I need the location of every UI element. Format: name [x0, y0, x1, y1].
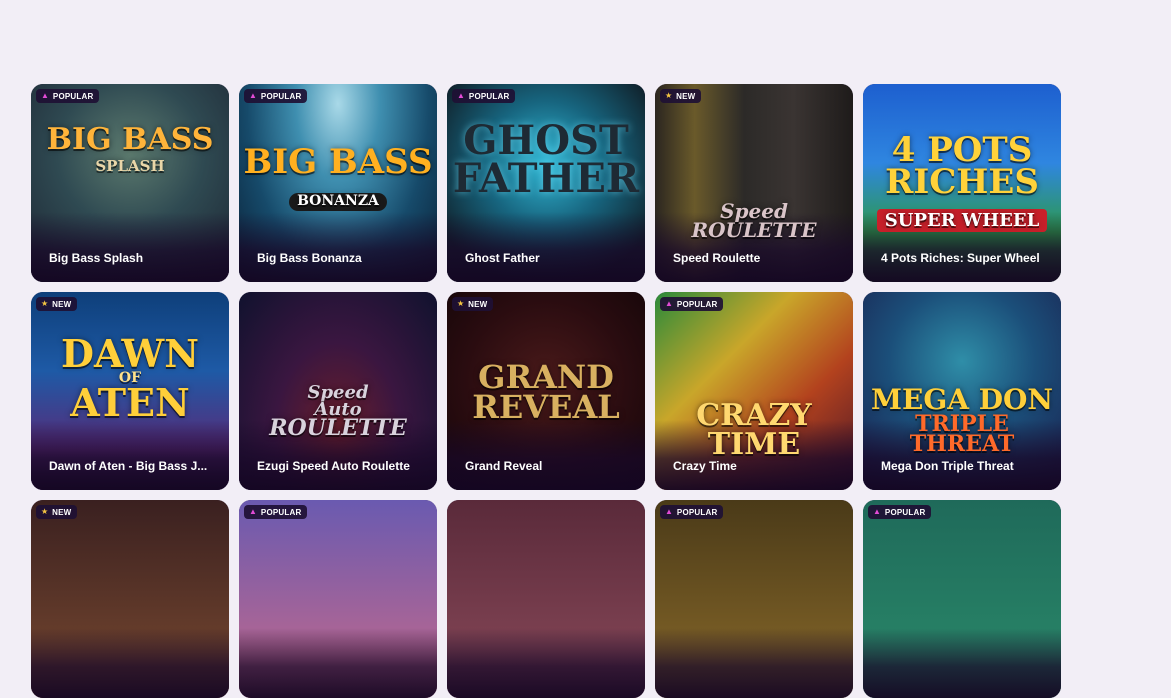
game-card[interactable]: Speed ROULETTE ★ NEW Speed Roulette	[655, 84, 853, 282]
game-card[interactable]: BIG BASS SPLASH ▲ POPULAR Big Bass Splash	[31, 84, 229, 282]
status-badge: ★ NEW	[36, 505, 78, 519]
star-icon: ★	[457, 299, 465, 308]
status-badge: ▲ POPULAR	[244, 505, 308, 519]
artwork-logo-line: ROULETTE	[269, 415, 407, 442]
flame-icon: ▲	[249, 91, 257, 100]
status-badge: ★ NEW	[452, 297, 494, 311]
artwork-logo-text: GRAND REVEAL	[447, 361, 645, 427]
artwork-logo-text: CRAZY TIME	[655, 401, 853, 462]
game-title: Big Bass Bonanza	[257, 251, 362, 265]
artwork-logo-text: BIG BASS BONANZA	[239, 142, 437, 211]
game-card[interactable]: GHOST FATHER ▲ POPULAR Ghost Father	[447, 84, 645, 282]
badge-label: POPULAR	[468, 91, 510, 101]
badge-label: NEW	[52, 507, 72, 517]
game-title: Grand Reveal	[465, 459, 543, 473]
flame-icon: ▲	[665, 299, 673, 308]
game-card[interactable]: Speed Auto ROULETTE Ezugi Speed Auto Roulet…	[239, 292, 437, 490]
artwork-logo-line: ATEN	[70, 380, 190, 426]
flame-icon: ▲	[41, 91, 49, 100]
status-badge: ★ NEW	[660, 89, 702, 103]
game-card[interactable]: 4 POTS RICHES SUPER WHEEL 4 Pots Riches: S…	[863, 84, 1061, 282]
status-badge: ▲ POPULAR	[452, 89, 516, 103]
artwork-logo-line: REVEAL	[472, 388, 620, 427]
badge-label: POPULAR	[260, 91, 302, 101]
card-shade	[31, 628, 229, 698]
game-card[interactable]: CRAZY TIME ▲ POPULAR Crazy Time	[655, 292, 853, 490]
star-icon: ★	[665, 91, 673, 100]
card-shade	[239, 212, 437, 282]
game-title: 4 Pots Riches: Super Wheel	[881, 251, 1040, 265]
status-badge: ▲ POPULAR	[868, 505, 932, 519]
artwork-logo-text: BIG BASS SPLASH	[31, 122, 229, 175]
artwork-logo-text: Speed ROULETTE	[655, 201, 853, 242]
badge-label: NEW	[676, 91, 696, 101]
artwork-logo-line: TRIPLE THREAT	[909, 410, 1015, 458]
artwork-logo-line: TIME	[707, 426, 801, 462]
game-title: Crazy Time	[673, 459, 737, 473]
artwork-logo-line: BIG BASS	[243, 142, 433, 182]
game-title: Mega Don Triple Threat	[881, 459, 1014, 473]
card-shade	[31, 212, 229, 282]
artwork-logo-line: DAWN	[61, 331, 199, 376]
badge-label: POPULAR	[884, 507, 926, 517]
status-badge: ▲ POPULAR	[660, 505, 724, 519]
artwork-logo-text: Speed Auto ROULETTE	[239, 383, 437, 442]
game-title: Dawn of Aten - Big Bass J...	[49, 459, 208, 473]
badge-label: POPULAR	[260, 507, 302, 517]
status-badge: ★ NEW	[36, 297, 78, 311]
card-shade	[239, 628, 437, 698]
game-card[interactable]: ▲ POPULAR	[655, 500, 853, 698]
card-shade	[447, 628, 645, 698]
star-icon: ★	[41, 507, 49, 516]
status-badge: ▲ POPULAR	[244, 89, 308, 103]
badge-label: POPULAR	[52, 91, 94, 101]
artwork-logo-line: SUPER WHEEL	[876, 208, 1048, 232]
flame-icon: ▲	[249, 507, 257, 516]
game-title: Ezugi Speed Auto Roulette	[257, 459, 410, 473]
game-card[interactable]: ▲ POPULAR	[239, 500, 437, 698]
artwork-logo-line: 4 POTS RICHES	[885, 130, 1039, 203]
game-title: Big Bass Splash	[49, 251, 144, 265]
badge-label: NEW	[468, 299, 488, 309]
artwork-logo-line: FATHER	[452, 155, 640, 202]
artwork-logo-text: MEGA DON TRIPLE THREAT	[863, 383, 1061, 458]
flame-icon: ▲	[457, 91, 465, 100]
game-title: Ghost Father	[465, 251, 540, 265]
card-shade	[863, 628, 1061, 698]
badge-label: POPULAR	[676, 299, 718, 309]
game-card[interactable]: MEGA DON TRIPLE THREAT Mega Don Triple Thr…	[863, 292, 1061, 490]
card-shade	[655, 628, 853, 698]
artwork-logo-line: MEGA DON	[871, 383, 1053, 416]
star-icon: ★	[41, 299, 49, 308]
flame-icon: ▲	[873, 507, 881, 516]
card-shade	[447, 212, 645, 282]
artwork-logo-text: 4 POTS RICHES SUPER WHEEL	[863, 130, 1061, 232]
badge-label: NEW	[52, 299, 72, 309]
badge-label: POPULAR	[676, 507, 718, 517]
game-card[interactable]: ▲ POPULAR	[863, 500, 1061, 698]
artwork-logo-line: BIG BASS	[46, 122, 214, 157]
game-card[interactable]: ★ NEW	[31, 500, 229, 698]
artwork-logo-line: SPLASH	[95, 156, 165, 175]
game-card[interactable]: BIG BASS BONANZA ▲ POPULAR Big Bass Bonanza	[239, 84, 437, 282]
game-card[interactable]: GRAND REVEAL ★ NEW Grand Reveal	[447, 292, 645, 490]
status-badge: ▲ POPULAR	[660, 297, 724, 311]
status-badge: ▲ POPULAR	[36, 89, 100, 103]
game-card[interactable]: DAWN OF ATEN ★ NEW Dawn of Aten - Big Bass J.…	[31, 292, 229, 490]
card-shade	[31, 420, 229, 490]
game-title: Speed Roulette	[673, 251, 761, 265]
card-shade	[447, 420, 645, 490]
artwork-logo-text: DAWN OF ATEN	[31, 331, 229, 426]
artwork-logo-line: BONANZA	[289, 193, 387, 211]
flame-icon: ▲	[665, 507, 673, 516]
game-card[interactable]	[447, 500, 645, 698]
game-grid: BIG BASS SPLASH ▲ POPULAR Big Bass Splash BIG…	[31, 84, 1061, 698]
artwork-logo-text: GHOST FATHER	[447, 121, 645, 202]
artwork-logo-line: ROULETTE	[691, 218, 817, 242]
